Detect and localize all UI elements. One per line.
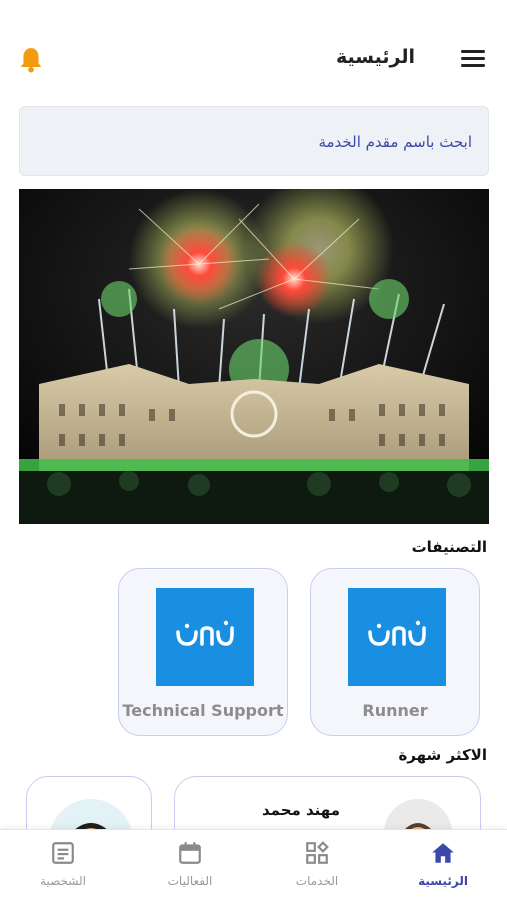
- bottom-navigation: الرئيسية الخدمات الفعاليات الشخصية: [0, 829, 507, 901]
- category-logo: [348, 588, 446, 686]
- app-header: الرئيسية: [0, 40, 507, 80]
- category-label: Runner: [362, 701, 428, 720]
- nav-item-events[interactable]: الفعاليات: [140, 840, 240, 888]
- category-logo: [156, 588, 254, 686]
- category-card-runner[interactable]: Runner: [310, 568, 480, 736]
- popular-title: الاكثر شهرة: [398, 746, 487, 764]
- search-input[interactable]: ابحث باسم مقدم الخدمة: [19, 106, 489, 176]
- category-card-technical-support[interactable]: Technical Support: [118, 568, 288, 736]
- category-label: Technical Support: [122, 701, 284, 720]
- grid-icon: [306, 841, 329, 864]
- categories-title: التصنيفات: [411, 538, 487, 556]
- nav-item-home[interactable]: الرئيسية: [393, 840, 493, 888]
- nav-item-profile[interactable]: الشخصية: [13, 840, 113, 888]
- hamburger-menu-icon[interactable]: [461, 50, 485, 70]
- nav-label: الرئيسية: [418, 874, 468, 888]
- nav-label: الفعاليات: [167, 874, 213, 888]
- calendar-icon: [179, 842, 201, 864]
- bell-icon[interactable]: [18, 46, 44, 74]
- banner-image[interactable]: [19, 189, 489, 524]
- home-icon: [432, 843, 454, 863]
- nav-item-services[interactable]: الخدمات: [267, 840, 367, 888]
- profile-icon: [52, 842, 74, 864]
- fireworks-illustration: [19, 189, 489, 524]
- provider-name: مهند محمد: [261, 801, 340, 819]
- nav-label: الخدمات: [295, 874, 339, 888]
- page-title: الرئيسية: [336, 46, 415, 68]
- search-placeholder: ابحث باسم مقدم الخدمة: [318, 133, 472, 151]
- nav-label: الشخصية: [40, 874, 86, 888]
